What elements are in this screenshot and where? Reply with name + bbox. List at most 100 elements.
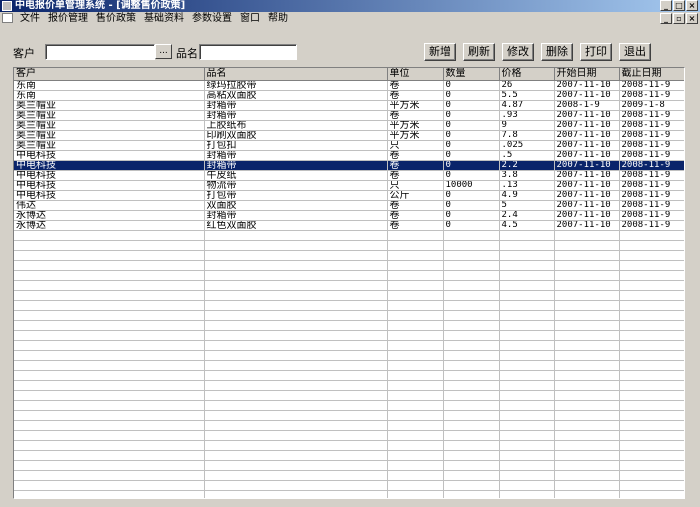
table-row[interactable]: 永博达 红色双面胶卷 0 4.5 2007-11-10 2008-11-9 xyxy=(14,220,684,231)
start-date-cell[interactable]: 2007-11-10 xyxy=(554,170,620,181)
empty-cell[interactable] xyxy=(443,410,500,421)
empty-cell[interactable] xyxy=(14,370,205,381)
empty-row[interactable] xyxy=(14,380,684,391)
empty-cell[interactable] xyxy=(14,430,205,441)
unit-cell[interactable]: 平方米 xyxy=(387,100,444,111)
start-date-cell[interactable]: 2007-11-10 xyxy=(554,180,620,191)
empty-cell[interactable] xyxy=(387,260,444,271)
empty-cell[interactable] xyxy=(554,420,620,431)
end-date-cell[interactable]: 2008-11-9 xyxy=(619,220,684,231)
empty-cell[interactable] xyxy=(554,330,620,341)
empty-cell[interactable] xyxy=(554,450,620,461)
empty-cell[interactable] xyxy=(387,420,444,431)
table-row[interactable]: 东南 高粘双面胶卷 0 5.5 2007-11-10 2008-11-9 xyxy=(14,90,684,101)
empty-cell[interactable] xyxy=(204,270,388,281)
empty-cell[interactable] xyxy=(14,280,205,291)
empty-cell[interactable] xyxy=(387,430,444,441)
empty-row[interactable] xyxy=(14,230,684,241)
empty-cell[interactable] xyxy=(14,240,205,251)
col-end-date[interactable]: 截止日期 xyxy=(619,68,684,81)
empty-cell[interactable] xyxy=(387,460,444,471)
empty-cell[interactable] xyxy=(554,340,620,351)
empty-cell[interactable] xyxy=(554,360,620,371)
empty-cell[interactable] xyxy=(443,230,500,241)
start-date-cell[interactable]: 2007-11-10 xyxy=(554,220,620,231)
empty-cell[interactable] xyxy=(14,490,205,498)
empty-cell[interactable] xyxy=(554,370,620,381)
empty-cell[interactable] xyxy=(554,480,620,491)
start-date-cell[interactable]: 2007-11-10 xyxy=(554,200,620,211)
empty-row[interactable] xyxy=(14,440,684,451)
empty-cell[interactable] xyxy=(204,460,388,471)
empty-cell[interactable] xyxy=(619,350,684,361)
empty-cell[interactable] xyxy=(554,290,620,301)
empty-cell[interactable] xyxy=(499,430,555,441)
quantity-cell[interactable]: 0 xyxy=(443,150,500,161)
price-cell[interactable]: 2.2 xyxy=(499,160,555,171)
unit-cell[interactable]: 卷 xyxy=(387,200,444,211)
empty-cell[interactable] xyxy=(619,280,684,291)
quantity-cell[interactable]: 0 xyxy=(443,110,500,121)
customer-cell[interactable]: 奥兰帽业 xyxy=(14,130,205,141)
table-row[interactable]: 中电科技 打包带 公斤 0 4.9 2007-11-10 2008-11-9 xyxy=(14,190,684,201)
menu-file[interactable]: 文件 xyxy=(16,12,44,25)
col-unit[interactable]: 单位 xyxy=(387,68,444,81)
empty-cell[interactable] xyxy=(619,460,684,471)
empty-cell[interactable] xyxy=(14,460,205,471)
empty-cell[interactable] xyxy=(387,390,444,401)
empty-cell[interactable] xyxy=(204,310,388,321)
empty-cell[interactable] xyxy=(387,490,444,498)
customer-cell[interactable]: 奥兰帽业 xyxy=(14,100,205,111)
price-cell[interactable]: 5 xyxy=(499,200,555,211)
empty-cell[interactable] xyxy=(499,230,555,241)
empty-cell[interactable] xyxy=(619,470,684,481)
empty-cell[interactable] xyxy=(619,320,684,331)
empty-cell[interactable] xyxy=(14,250,205,261)
end-date-cell[interactable]: 2008-11-9 xyxy=(619,210,684,221)
empty-cell[interactable] xyxy=(443,360,500,371)
product-cell[interactable]: 上胶纸布 xyxy=(204,120,388,131)
empty-cell[interactable] xyxy=(387,290,444,301)
empty-cell[interactable] xyxy=(204,480,388,491)
empty-row[interactable] xyxy=(14,330,684,341)
empty-cell[interactable] xyxy=(499,420,555,431)
empty-cell[interactable] xyxy=(204,230,388,241)
empty-cell[interactable] xyxy=(443,430,500,441)
empty-cell[interactable] xyxy=(204,490,388,498)
empty-cell[interactable] xyxy=(499,290,555,301)
empty-row[interactable] xyxy=(14,400,684,411)
document-icon[interactable] xyxy=(2,13,13,23)
empty-cell[interactable] xyxy=(443,390,500,401)
product-cell[interactable]: 物流带 xyxy=(204,180,388,191)
empty-row[interactable] xyxy=(14,280,684,291)
empty-cell[interactable] xyxy=(619,370,684,381)
empty-row[interactable] xyxy=(14,430,684,441)
empty-cell[interactable] xyxy=(14,440,205,451)
price-cell[interactable]: 7.8 xyxy=(499,130,555,141)
empty-cell[interactable] xyxy=(387,350,444,361)
empty-cell[interactable] xyxy=(204,410,388,421)
empty-cell[interactable] xyxy=(554,320,620,331)
price-cell[interactable]: 3.8 xyxy=(499,170,555,181)
empty-cell[interactable] xyxy=(499,340,555,351)
empty-cell[interactable] xyxy=(499,330,555,341)
maximize-icon[interactable]: □ xyxy=(673,0,685,11)
exit-button[interactable]: 退出 xyxy=(619,43,651,61)
product-cell[interactable]: 牛皮纸 xyxy=(204,170,388,181)
product-cell[interactable]: 打包扣 xyxy=(204,140,388,151)
end-date-cell[interactable]: 2008-11-9 xyxy=(619,120,684,131)
col-customer[interactable]: 客户 xyxy=(14,68,205,81)
child-minimize-icon[interactable]: _ xyxy=(660,13,672,24)
empty-cell[interactable] xyxy=(14,420,205,431)
empty-cell[interactable] xyxy=(499,460,555,471)
empty-cell[interactable] xyxy=(14,380,205,391)
empty-cell[interactable] xyxy=(619,380,684,391)
empty-row[interactable] xyxy=(14,470,684,481)
empty-cell[interactable] xyxy=(387,480,444,491)
empty-row[interactable] xyxy=(14,310,684,321)
empty-cell[interactable] xyxy=(14,340,205,351)
customer-cell[interactable]: 东南 xyxy=(14,90,205,101)
empty-cell[interactable] xyxy=(619,270,684,281)
empty-cell[interactable] xyxy=(443,490,500,498)
empty-cell[interactable] xyxy=(499,470,555,481)
